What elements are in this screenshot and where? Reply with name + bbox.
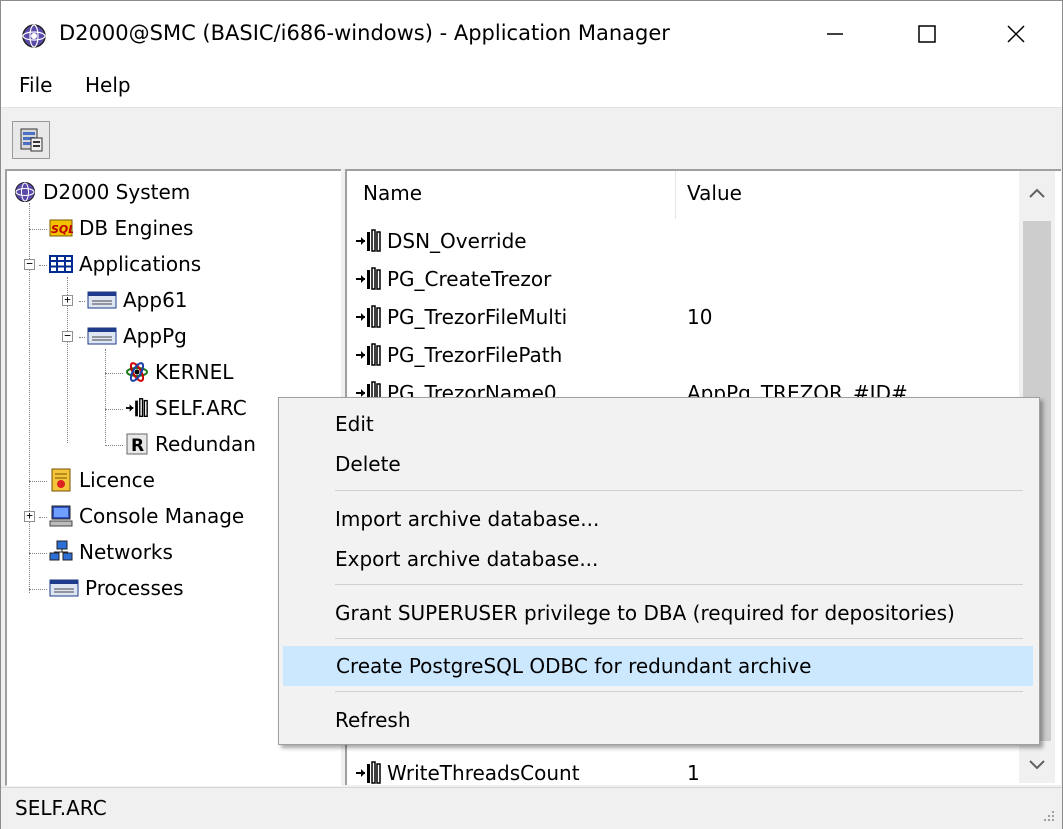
scroll-up-button[interactable]	[1027, 181, 1047, 205]
menu-separator	[335, 691, 1023, 692]
tree-node-self-arc[interactable]: SELF.ARC	[125, 393, 247, 423]
collapse-apppg-toggle[interactable]: −	[62, 330, 73, 342]
menu-separator	[335, 584, 1023, 585]
kernel-atom-icon	[125, 360, 149, 384]
tree-line	[29, 553, 47, 554]
tree-node-applications[interactable]: Applications	[49, 249, 201, 279]
context-menu-grant-superuser[interactable]: Grant SUPERUSER privilege to DBA (requir…	[283, 593, 1033, 633]
tree-node-app61[interactable]: App61	[87, 285, 188, 315]
context-menu-create-odbc[interactable]: Create PostgreSQL ODBC for redundant arc…	[283, 646, 1033, 686]
database-tool-button[interactable]	[12, 121, 50, 159]
maximize-icon	[918, 25, 936, 43]
grid-table-icon	[49, 252, 73, 276]
list-item[interactable]: PG_CreateTrezor	[355, 261, 551, 297]
tree-node-networks[interactable]: Networks	[49, 537, 173, 567]
sql-db-icon: SQL	[49, 216, 73, 240]
archive-icon	[125, 396, 149, 420]
list-item[interactable]: PG_TrezorFileMulti 10	[355, 299, 712, 335]
column-divider[interactable]	[675, 171, 676, 219]
redundant-r-icon: R	[125, 432, 149, 456]
close-icon	[1007, 25, 1025, 43]
svg-text:SQL: SQL	[51, 223, 73, 236]
title-bar[interactable]: D2000@SMC (BASIC/i686-windows) - Applica…	[1, 1, 1062, 67]
tree-line	[79, 337, 85, 338]
expand-console-manager-toggle[interactable]: +	[24, 510, 35, 522]
list-item[interactable]: DSN_Override	[355, 223, 527, 259]
column-header-value[interactable]: Value	[687, 181, 742, 205]
tree-node-kernel[interactable]: KERNEL	[125, 357, 233, 387]
process-window-icon	[49, 576, 79, 600]
tree-line	[29, 229, 47, 230]
tree-node-db-engines[interactable]: SQL DB Engines	[49, 213, 193, 243]
context-menu: Edit Delete Import archive database... E…	[278, 397, 1040, 745]
minimize-button[interactable]	[789, 1, 881, 67]
scroll-down-button[interactable]	[1027, 753, 1047, 777]
database-server-icon	[20, 128, 43, 152]
list-item[interactable]: PG_TrezorFilePath	[355, 337, 562, 373]
parameter-icon	[355, 342, 385, 368]
minimize-icon	[827, 33, 843, 35]
status-text: SELF.ARC	[15, 796, 107, 820]
menu-separator	[335, 490, 1023, 491]
context-menu-delete[interactable]: Delete	[283, 444, 1033, 484]
toolbar	[1, 107, 1062, 168]
close-button[interactable]	[970, 1, 1062, 67]
tree-line	[39, 517, 47, 518]
tree-node-console-manager[interactable]: Console Manage	[49, 501, 244, 531]
tree-node-processes[interactable]: Processes	[49, 573, 184, 603]
system-globe-icon	[13, 180, 37, 204]
svg-text:R: R	[131, 436, 144, 455]
licence-certificate-icon	[49, 468, 73, 492]
context-menu-refresh[interactable]: Refresh	[283, 700, 1033, 740]
maximize-button[interactable]	[881, 1, 973, 67]
tree-line	[29, 589, 47, 590]
chevron-up-icon	[1029, 188, 1045, 198]
menu-bar: File Help	[1, 67, 1062, 107]
parameter-icon	[355, 304, 385, 330]
tree-line	[105, 409, 123, 410]
parameter-icon	[355, 760, 385, 785]
tree-line	[105, 349, 106, 443]
menu-separator	[335, 638, 1023, 639]
collapse-applications-toggle[interactable]: −	[24, 258, 35, 270]
menu-file[interactable]: File	[13, 73, 58, 97]
context-menu-edit[interactable]: Edit	[283, 404, 1033, 444]
tree-line	[105, 373, 123, 374]
tree-node-redundant[interactable]: R Redundan	[125, 429, 256, 459]
menu-help[interactable]: Help	[79, 73, 137, 97]
network-icon	[49, 540, 73, 564]
tree-line	[105, 445, 123, 446]
parameter-icon	[355, 228, 385, 254]
parameter-icon	[355, 266, 385, 292]
app-window-icon	[87, 324, 117, 348]
console-computer-icon	[49, 504, 73, 528]
tree-line	[29, 481, 47, 482]
tree-node-d2000-system[interactable]: D2000 System	[13, 177, 190, 207]
status-bar: SELF.ARC	[1, 787, 1062, 829]
window-title: D2000@SMC (BASIC/i686-windows) - Applica…	[59, 21, 670, 45]
column-header-name[interactable]: Name	[363, 181, 422, 205]
tree-line	[79, 301, 85, 302]
application-manager-window: D2000@SMC (BASIC/i686-windows) - Applica…	[0, 0, 1063, 829]
tree-node-apppg[interactable]: AppPg	[87, 321, 187, 351]
context-menu-export-archive[interactable]: Export archive database...	[283, 539, 1033, 579]
resize-grip-icon[interactable]	[1040, 807, 1056, 823]
expand-app61-toggle[interactable]: +	[62, 294, 73, 306]
app-window-icon	[87, 288, 117, 312]
tree-line	[39, 265, 47, 266]
tree-node-licence[interactable]: Licence	[49, 465, 155, 495]
d2000-logo-icon	[22, 24, 46, 48]
context-menu-import-archive[interactable]: Import archive database...	[283, 499, 1033, 539]
chevron-down-icon	[1029, 760, 1045, 770]
list-item[interactable]: WriteThreadsCount 1	[355, 755, 700, 785]
